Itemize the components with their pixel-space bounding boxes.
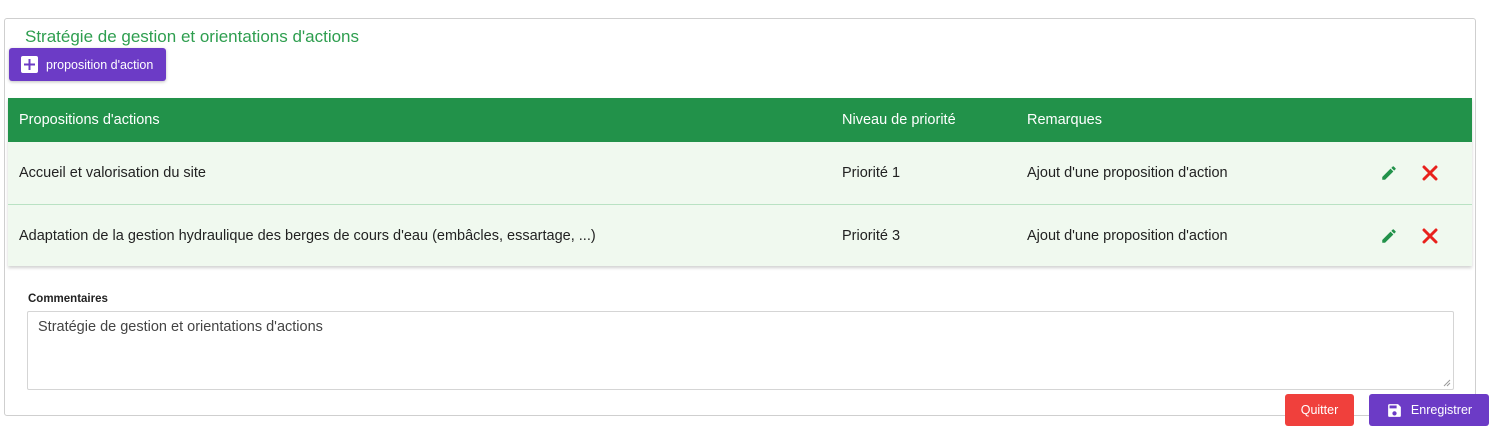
save-button[interactable]: Enregistrer (1369, 394, 1489, 426)
comments-value: Stratégie de gestion et orientations d'a… (38, 319, 323, 335)
row-priority-cell: Priorité 3 (842, 227, 901, 244)
pencil-icon (1382, 166, 1396, 180)
table-row: Adaptation de la gestion hydraulique des… (8, 204, 1472, 266)
section-title: Stratégie de gestion et orientations d'a… (19, 26, 366, 48)
plus-square-icon (21, 56, 38, 73)
close-icon (1422, 228, 1438, 243)
column-header-remarks[interactable]: Remarques (1027, 98, 1102, 142)
column-header-priority[interactable]: Niveau de priorité (842, 98, 956, 142)
table-header: Propositions d'actions Niveau de priorit… (8, 98, 1472, 142)
table-row: Accueil et valorisation du site Priorité… (8, 142, 1472, 204)
edit-row-button[interactable] (1380, 205, 1398, 266)
quit-button[interactable]: Quitter (1285, 394, 1354, 426)
add-action-proposal-button[interactable]: proposition d'action (9, 48, 167, 81)
floppy-disk-icon (1386, 402, 1403, 419)
row-remark-cell: Ajout d'une proposition d'action (1027, 227, 1228, 244)
actions-table: Propositions d'actions Niveau de priorit… (8, 98, 1472, 266)
add-action-proposal-label: proposition d'action (46, 57, 154, 72)
pencil-icon (1382, 228, 1396, 243)
edit-row-button[interactable] (1380, 142, 1398, 204)
row-action-cell: Accueil et valorisation du site (19, 165, 206, 181)
row-priority-cell: Priorité 1 (842, 165, 901, 181)
comments-label: Commentaires (28, 293, 108, 305)
save-label: Enregistrer (1410, 403, 1473, 417)
close-icon (1422, 165, 1438, 181)
row-remark-cell: Ajout d'une proposition d'action (1027, 165, 1228, 181)
delete-row-button[interactable] (1422, 142, 1438, 204)
comments-textarea[interactable]: Stratégie de gestion et orientations d'a… (27, 311, 1454, 390)
column-header-actions[interactable]: Propositions d'actions (19, 98, 160, 142)
resize-grip-icon[interactable] (1443, 379, 1451, 387)
row-action-cell: Adaptation de la gestion hydraulique des… (19, 227, 596, 244)
delete-row-button[interactable] (1422, 205, 1438, 266)
